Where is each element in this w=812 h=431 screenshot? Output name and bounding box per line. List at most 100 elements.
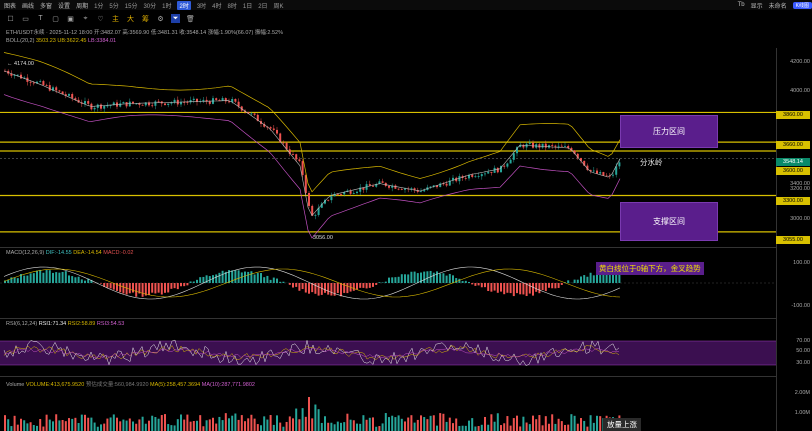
macd-bar <box>324 283 326 293</box>
candle-body <box>464 177 467 179</box>
candle-body <box>180 102 182 105</box>
macd-bar <box>237 270 240 283</box>
volume-bar <box>320 422 323 431</box>
macd-bar <box>490 283 493 292</box>
candle-body <box>352 193 355 194</box>
macd-bar <box>410 271 413 283</box>
macd-bar <box>48 270 51 283</box>
volume-bar <box>506 416 509 431</box>
volume-bar <box>68 418 70 431</box>
volume-bar <box>157 418 160 431</box>
macd-bar <box>192 281 195 283</box>
macd-bar <box>522 283 525 295</box>
candle-body <box>58 90 61 92</box>
candle-body <box>356 191 358 194</box>
macd-bar <box>391 277 394 283</box>
boll-mid-line <box>3 70 621 217</box>
macd-bar <box>154 283 157 294</box>
volume-bar <box>205 420 208 431</box>
volume-bar <box>423 417 426 431</box>
volume-bar <box>29 422 32 431</box>
volume-bar <box>576 423 579 431</box>
macd-bar <box>135 283 138 297</box>
volume-bar <box>128 418 131 431</box>
candle-body <box>138 103 141 105</box>
volume-bar <box>445 421 448 431</box>
volume-bar <box>381 423 384 431</box>
macd-bar <box>506 283 509 293</box>
macd-legend: MACD(12,26,9) DIF:-14.55 DEA:-14.54 MACD… <box>6 250 134 256</box>
volume-bar <box>77 423 80 431</box>
candle-body <box>560 145 563 147</box>
candle-body <box>42 81 45 86</box>
macd-bar <box>260 273 262 283</box>
volume-bar <box>535 419 538 431</box>
macd-bar <box>84 280 86 283</box>
volume-name: Volume <box>6 382 25 388</box>
volume-bar <box>13 415 16 431</box>
macd-bar <box>202 276 205 283</box>
volume-bar <box>346 413 349 431</box>
low-marker: 3056.00 <box>313 235 333 241</box>
volume-bar <box>474 426 477 431</box>
volume-bar <box>151 415 154 431</box>
volume-bar <box>20 418 22 431</box>
macd-bar <box>132 283 134 293</box>
candle-body <box>39 81 42 82</box>
volume-bar <box>154 417 157 431</box>
macd-note: 黄白线位于0轴下方，金叉趋势 <box>596 262 704 275</box>
macd-bar <box>439 273 442 283</box>
macd-bar <box>432 272 435 283</box>
volume-bar <box>583 420 586 431</box>
volume-bar <box>208 419 211 431</box>
candle-body <box>599 172 602 174</box>
macd-bar <box>378 282 381 283</box>
macd-bar <box>173 283 176 289</box>
volume-bar <box>167 424 170 431</box>
macd-bar <box>141 283 144 297</box>
macd-bar <box>292 283 294 288</box>
macd-bar <box>426 271 429 283</box>
volume-bar <box>420 415 422 431</box>
price-tick: 4000.00 <box>790 88 810 94</box>
candle-body <box>122 102 125 104</box>
volume-bar <box>250 414 253 431</box>
macd-bar <box>583 275 586 283</box>
rsi-name: RSI(6,12,24) <box>6 321 38 327</box>
macd-bar <box>221 270 224 283</box>
macd-bar <box>397 276 400 283</box>
volume-bar <box>426 419 429 431</box>
macd-bar <box>215 274 218 283</box>
volume-bar <box>16 424 19 431</box>
macd-bar <box>100 283 102 284</box>
volume-value: VOLUME:413,675.9520 <box>25 382 85 388</box>
volume-bar <box>269 415 272 431</box>
macd-bar <box>538 283 541 294</box>
volume-bar <box>138 419 141 431</box>
candle-body <box>509 159 512 164</box>
candle-body <box>192 98 195 101</box>
volume-bar <box>109 417 112 431</box>
macd-bar <box>74 277 77 283</box>
macd-bar <box>148 283 150 296</box>
volume-bar <box>365 419 368 431</box>
volume-bar <box>87 417 90 431</box>
candle-body <box>45 85 48 86</box>
rsi-pane <box>0 339 776 366</box>
volume-bar <box>458 425 461 431</box>
volume-bar <box>407 417 410 431</box>
macd-bar <box>512 283 515 297</box>
volume-bar <box>448 417 451 431</box>
candle-body <box>20 74 22 79</box>
volume-bar <box>125 420 128 431</box>
candle-body <box>548 145 550 148</box>
volume-bar <box>554 423 557 431</box>
volume-bar <box>304 416 307 431</box>
volume-bar <box>282 426 285 431</box>
macd-bar <box>218 272 221 283</box>
candle-body <box>349 190 352 194</box>
volume-bar <box>509 425 512 431</box>
candle-body <box>394 185 397 189</box>
volume-bar <box>170 425 173 431</box>
volume-bar <box>141 416 144 431</box>
